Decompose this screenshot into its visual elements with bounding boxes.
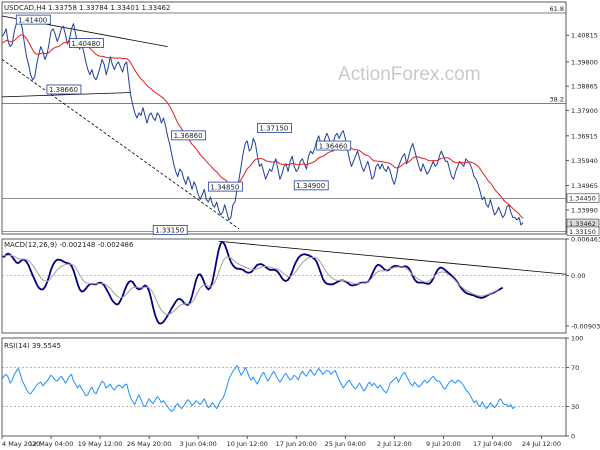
y-tick-label: 70 [571,364,579,372]
chart-svg: ActionForex.com 61.8 38.2 1.41400 1.40480 1… [0,0,600,450]
x-tick-label: 12 May 04:00 [29,440,74,448]
chart-background [0,0,600,450]
x-tick-label: 2 Jul 12:00 [377,440,412,448]
annotation-label: 1.40480 [71,40,100,48]
annotation-label: 1.41400 [18,16,47,24]
price-panel-title: USDCAD,H4 [4,4,47,12]
annotation-label: 1.36860 [174,132,203,140]
y-tick-label: 0 [571,433,575,441]
y-tick-label: 1.36915 [571,132,598,140]
y-tick-label: 1.34965 [571,182,598,190]
price-tag-label: 1.33462 [569,220,596,228]
price-ohlc-readout: 1.33758 1.33784 1.33401 1.33462 [48,4,170,12]
rsi-panel-title: RSI(14) 39.5545 [4,342,61,350]
x-tick-label: 3 Jun 04:00 [180,440,217,448]
macd-panel-title: MACD(12,26,9) -0.002148 -0.002486 [4,241,134,249]
x-tick-label: 17 Jun 20:00 [276,440,317,448]
y-tick-label: 1.39800 [571,58,598,66]
y-tick-label: 100 [571,335,583,343]
annotation-label: 1.37150 [259,125,288,133]
y-tick-label: 0.006463 [571,236,600,244]
y-tick-label: 30 [571,403,579,411]
annotation-label: 1.34850 [210,183,239,191]
annotation-label: 1.38660 [49,86,78,94]
y-tick-label: -0.009034 [571,322,600,330]
x-tick-label: 9 Jul 20:00 [426,440,461,448]
y-tick-label: 1.35940 [571,157,598,165]
watermark: ActionForex.com [338,64,481,85]
annotation-label: 1.33150 [155,227,184,235]
y-tick-label: 0.00 [571,272,585,280]
x-tick-label: 17 Jul 04:00 [473,440,512,448]
annotation-label: 1.36460 [319,142,348,150]
fib-level-label: 38.2 [550,95,564,103]
y-tick-label: 1.37900 [571,107,598,115]
annotation-label: 1.34900 [296,182,325,190]
y-tick-label: 1.40815 [571,32,598,40]
x-tick-label: 19 May 12:00 [78,440,123,448]
x-tick-label: 24 Jul 12:00 [522,440,561,448]
y-tick-label: 1.38865 [571,83,598,91]
y-tick-label: 1.33990 [571,207,598,215]
x-tick-label: 26 May 20:00 [127,440,172,448]
x-tick-label: 25 Jun 04:00 [325,440,366,448]
price-tag-label: 1.34450 [569,195,596,203]
x-tick-label: 10 Jun 12:00 [227,440,268,448]
fib-level-label: 61.8 [550,5,564,13]
